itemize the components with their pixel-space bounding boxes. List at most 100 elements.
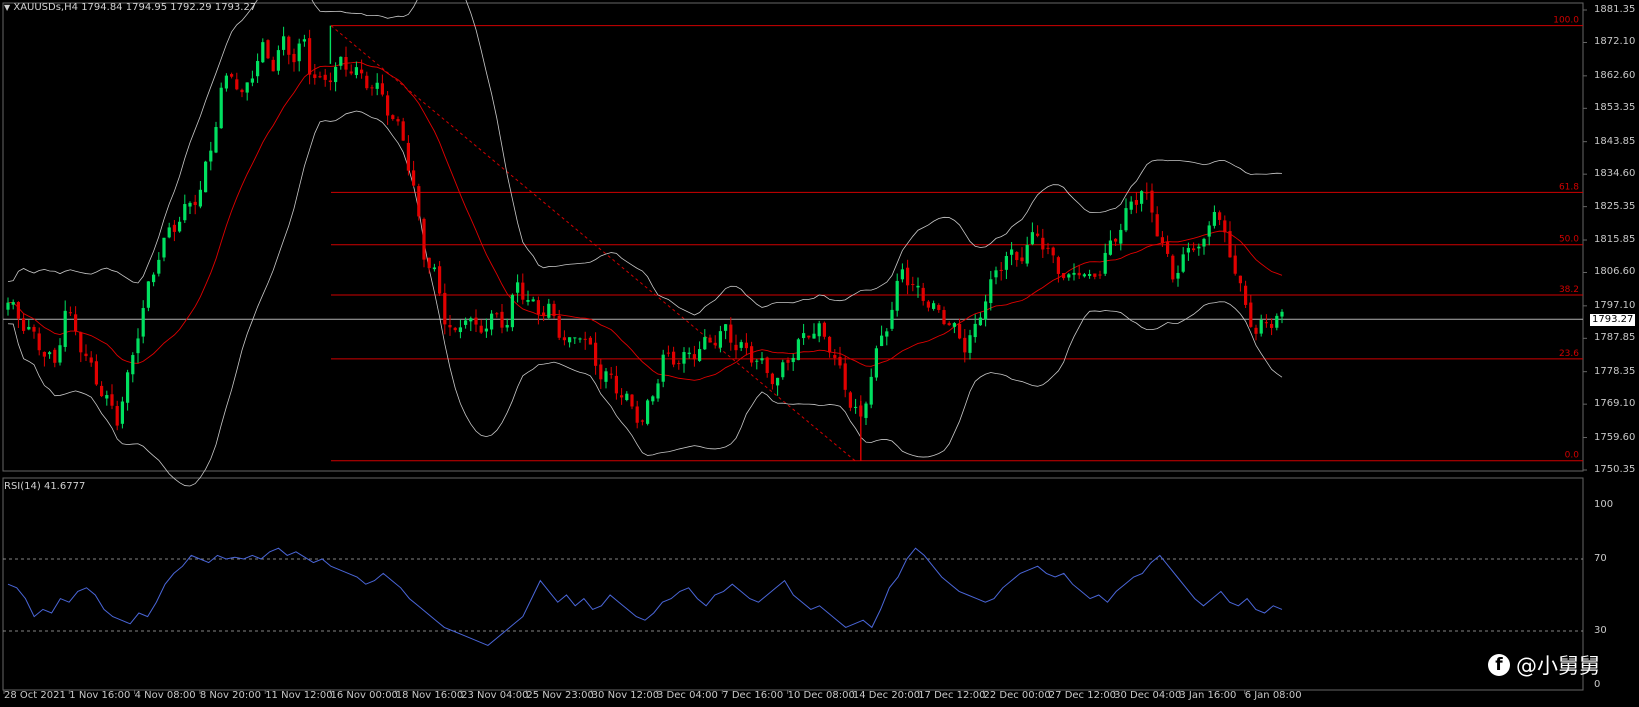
bull-candle <box>880 335 884 347</box>
x-tick-label: 8 Nov 20:00 <box>199 690 261 701</box>
bear-candle <box>235 79 239 90</box>
bull-candle <box>968 335 972 353</box>
bear-candle <box>349 71 353 74</box>
bull-candle <box>978 317 982 326</box>
bull-candle <box>531 299 535 302</box>
bear-candle <box>308 38 312 75</box>
bull-candle <box>1280 311 1284 317</box>
fib-level-label: 50.0 <box>1559 235 1579 245</box>
bull-candle <box>131 355 135 375</box>
bear-candle <box>1114 238 1118 242</box>
bear-candle <box>438 266 442 294</box>
y-tick-label: 1881.35 <box>1594 4 1636 15</box>
bear-candle <box>1192 248 1196 251</box>
bull-candle <box>58 345 62 363</box>
bull-candle <box>1140 191 1144 204</box>
bull-candle <box>282 36 286 50</box>
bull-candle <box>214 127 218 153</box>
bear-candle <box>1150 190 1154 213</box>
bull-candle <box>224 75 228 89</box>
bull-candle <box>490 313 494 330</box>
bear-candle <box>552 303 556 317</box>
bear-candle <box>562 337 566 341</box>
bear-candle <box>1155 214 1159 237</box>
bull-candle <box>625 393 629 400</box>
bull-candle <box>302 39 306 42</box>
bull-candle <box>458 327 462 333</box>
bull-candle <box>869 376 873 405</box>
low-value: 1792.29 <box>170 2 212 13</box>
bear-candle <box>609 373 613 375</box>
bear-candle <box>22 318 26 331</box>
bear-candle <box>947 323 951 326</box>
bear-candle <box>1254 327 1258 334</box>
chevron-down-icon[interactable]: ▼ <box>4 3 10 12</box>
bear-candle <box>536 300 540 315</box>
bull-candle <box>1067 274 1071 278</box>
bear-candle <box>1171 255 1175 280</box>
bull-candle <box>6 302 10 310</box>
bull-candle <box>656 383 660 399</box>
bear-candle <box>630 394 634 407</box>
x-tick-label: 3 Jan 16:00 <box>1179 690 1237 701</box>
y-tick-label: 1843.85 <box>1594 135 1636 147</box>
bull-candle <box>698 349 702 361</box>
bear-candle <box>1051 247 1055 256</box>
bull-candle <box>1108 240 1112 255</box>
bear-candle <box>1218 212 1222 220</box>
bull-candle <box>791 357 795 363</box>
bear-candle <box>729 324 733 343</box>
bear-candle <box>786 359 790 363</box>
facebook-icon: f <box>1488 654 1510 676</box>
bull-candle <box>120 401 124 424</box>
bull-candle <box>1088 273 1092 276</box>
bear-candle <box>1046 247 1050 249</box>
x-tick-label: 18 Nov 16:00 <box>395 690 464 701</box>
bear-candle <box>770 373 774 385</box>
bear-candle <box>937 305 941 310</box>
bull-candle <box>245 82 249 93</box>
x-tick-label: 14 Dec 20:00 <box>852 690 921 701</box>
bull-candle <box>900 269 904 280</box>
bear-candle <box>942 310 946 325</box>
y-tick-label: 1815.85 <box>1594 234 1636 245</box>
bull-candle <box>146 281 150 308</box>
bear-candle <box>292 53 296 63</box>
bull-candle <box>183 204 187 221</box>
bear-candle <box>443 292 447 325</box>
bull-candle <box>895 280 899 311</box>
bear-candle <box>588 337 592 345</box>
y-tick-label: 1825.35 <box>1594 200 1636 212</box>
bull-candle <box>854 406 858 408</box>
bull-candle <box>167 227 171 238</box>
rsi-axis-label: 100 <box>1594 499 1614 510</box>
bear-candle <box>1223 220 1227 233</box>
bull-candle <box>646 400 650 424</box>
bear-candle <box>911 284 915 286</box>
bull-candle <box>1275 315 1279 328</box>
bull-candle <box>573 337 577 339</box>
x-tick-label: 17 Dec 12:00 <box>918 690 986 701</box>
bull-candle <box>432 267 436 270</box>
y-tick-label: 1853.35 <box>1594 102 1636 114</box>
upper-band <box>7 0 1283 316</box>
bear-candle <box>833 355 837 358</box>
bull-candle <box>1119 229 1123 244</box>
bear-candle <box>84 353 88 357</box>
bull-candle <box>718 331 722 348</box>
y-tick-label: 1750.35 <box>1594 464 1636 475</box>
bear-candle <box>380 83 384 95</box>
fib-level-label: 100.0 <box>1553 16 1579 26</box>
bear-candle <box>1233 255 1237 274</box>
bull-candle <box>755 360 759 362</box>
open-value: 1794.84 <box>81 2 123 13</box>
y-tick-label: 1759.60 <box>1594 431 1636 443</box>
bear-candle <box>230 74 234 77</box>
bear-candle <box>1249 302 1253 327</box>
bear-candle <box>271 59 275 72</box>
bear-candle <box>744 342 748 349</box>
current-price-tag: 1793.27 <box>1590 314 1635 326</box>
bear-candle <box>68 312 72 314</box>
bear-candle <box>906 267 910 286</box>
bear-candle <box>583 338 587 340</box>
